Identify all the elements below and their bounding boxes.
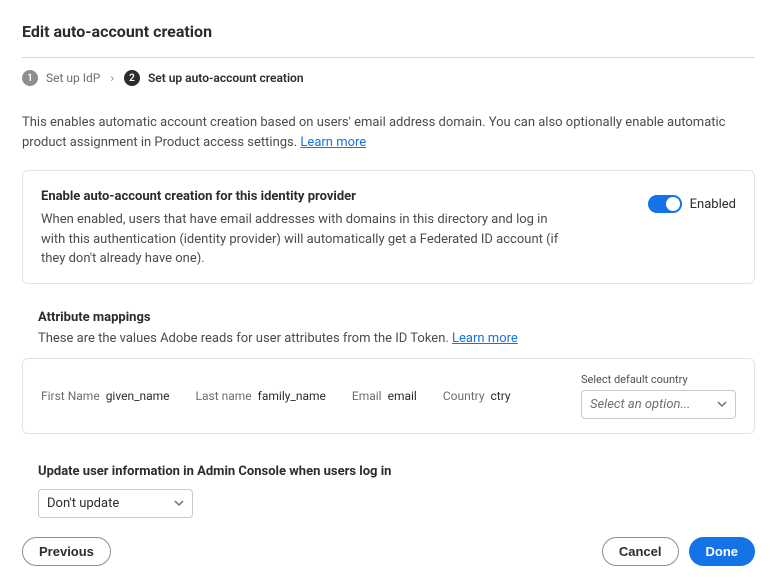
done-button[interactable]: Done [689,537,756,566]
default-country-block: Select default country Select an option.… [581,373,736,419]
mapping-country: Country ctry [443,389,511,403]
mappings-card: First Name given_name Last name family_n… [22,358,755,434]
chevron-down-icon [717,399,727,409]
step-1[interactable]: 1 Set up IdP [22,70,100,86]
update-section: Update user information in Admin Console… [22,464,755,518]
enable-toggle-label: Enabled [690,197,736,212]
intro-body: This enables automatic account creation … [22,115,726,150]
step-2: 2 Set up auto-account creation [124,70,304,86]
page-title: Edit auto-account creation [22,22,755,41]
enable-body: When enabled, users that have email addr… [41,210,561,269]
update-heading: Update user information in Admin Console… [38,464,753,479]
update-mode-value: Don't update [47,496,119,511]
divider [22,57,755,58]
mapping-last-name: Last name family_name [196,389,326,403]
mappings-heading: Attribute mappings [38,310,739,325]
mapping-first-name: First Name given_name [41,389,170,403]
mappings-learn-more-link[interactable]: Learn more [452,331,518,346]
step-2-number: 2 [124,70,140,86]
learn-more-link[interactable]: Learn more [300,135,366,150]
mapping-email: Email email [352,389,417,403]
update-mode-select[interactable]: Don't update [38,489,193,518]
mappings-section: Attribute mappings These are the values … [22,294,755,358]
mappings-sub-text: These are the values Adobe reads for use… [38,331,452,346]
step-1-label: Set up IdP [46,71,100,85]
chevron-down-icon [174,498,184,508]
enable-toggle-group: Enabled [648,189,736,213]
enable-card: Enable auto-account creation for this id… [22,170,755,284]
cancel-button[interactable]: Cancel [602,537,679,566]
previous-button[interactable]: Previous [22,537,111,566]
intro-text: This enables automatic account creation … [22,113,755,152]
enable-heading: Enable auto-account creation for this id… [41,189,628,204]
footer-actions: Previous Cancel Done [22,519,755,566]
enable-toggle[interactable] [648,195,682,213]
default-country-label: Select default country [581,373,736,386]
wizard-steps: 1 Set up IdP › 2 Set up auto-account cre… [22,70,755,86]
chevron-right-icon: › [110,71,114,85]
default-country-value: Select an option... [590,397,690,412]
mappings-sub: These are the values Adobe reads for use… [38,331,739,346]
default-country-select[interactable]: Select an option... [581,390,736,419]
step-2-label: Set up auto-account creation [148,71,304,85]
step-1-number: 1 [22,70,38,86]
